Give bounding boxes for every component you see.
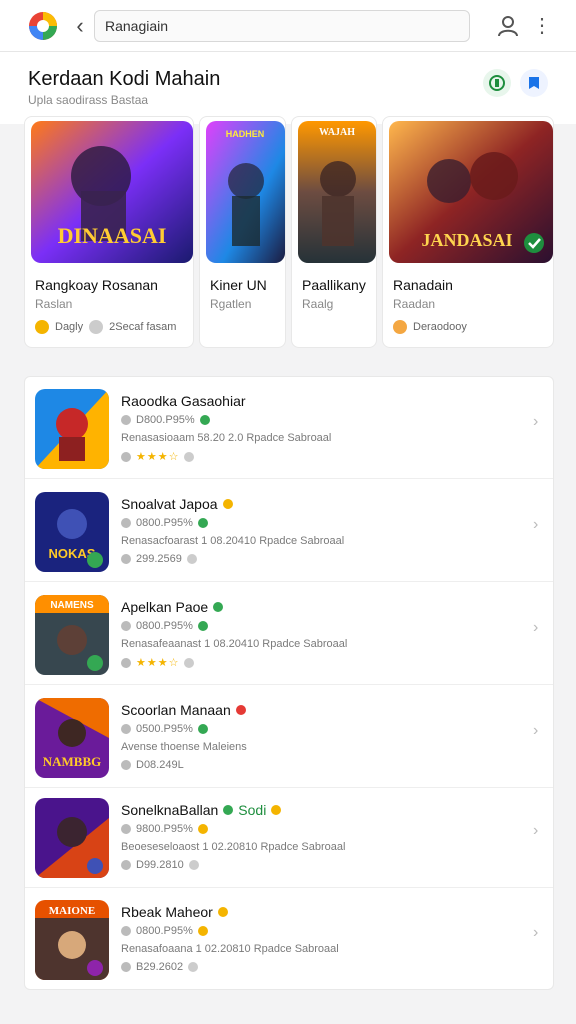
list-item[interactable]: Raoodka Gasaohiar D800.P95% Renasasioaam… bbox=[25, 377, 553, 479]
app-description: Avense thoense Maleiens bbox=[121, 741, 247, 753]
app-rating: D800.P95% bbox=[121, 414, 210, 426]
more-vert-icon[interactable]: ⋮ bbox=[532, 13, 552, 39]
app-stars: ★★★☆ bbox=[121, 450, 195, 463]
featured-subtitle: Raadan bbox=[393, 297, 436, 311]
featured-subtitle: Raslan bbox=[35, 297, 73, 311]
featured-card[interactable]: WAJAH Paallikany Raalg bbox=[291, 116, 377, 348]
meta-text: Deraodooy bbox=[413, 321, 467, 333]
chevron-right-icon[interactable]: › bbox=[533, 722, 538, 740]
app-rating: 0800.P95% bbox=[121, 925, 208, 937]
app-icon: MAIONE bbox=[35, 900, 109, 980]
featured-title: Rangkoay Rosanan bbox=[35, 277, 158, 293]
artwork-title: MAIONE bbox=[49, 905, 95, 917]
chevron-right-icon[interactable]: › bbox=[533, 619, 538, 637]
list-item[interactable]: NOKAS Snoalvat Japoa 0800.P95% Renasacfo… bbox=[25, 480, 553, 582]
list-item[interactable]: SonelknaBallan Sodi 9800.P95% Beoeseseloa… bbox=[25, 786, 553, 888]
section-header: Kerdaan Kodi Mahain Upla saodirass Basta… bbox=[0, 52, 576, 124]
user-icon[interactable] bbox=[496, 13, 520, 39]
app-icon: NAMENS bbox=[35, 595, 109, 675]
meta-text: Dagly bbox=[55, 321, 84, 333]
artwork-title: NAMBBG bbox=[43, 754, 102, 769]
artwork-title: NAMENS bbox=[50, 600, 94, 611]
app-icon: NOKAS bbox=[35, 492, 109, 572]
game-artwork: HADHEN bbox=[206, 121, 285, 263]
coin-icon bbox=[35, 320, 49, 334]
app-rating: 9800.P95% bbox=[121, 823, 208, 835]
app-rating: 0800.P95% bbox=[121, 620, 208, 632]
app-tag: Sodi bbox=[238, 802, 267, 818]
artwork-title: HADHEN bbox=[226, 129, 265, 139]
featured-card[interactable]: HADHEN Kiner UN Rgatlen bbox=[199, 116, 286, 348]
app-logo-icon[interactable] bbox=[27, 10, 59, 42]
app-description: Beoeseseloaost 1 02.20810 Rpadce Sabroaa… bbox=[121, 841, 346, 853]
top-bar: ‹ Ranagiain ⋮ bbox=[0, 0, 576, 52]
app-icon bbox=[35, 389, 109, 469]
artwork-title: DINAASAI bbox=[58, 223, 167, 248]
app-description: Renasafeaanast 1 08.20410 Rpadce Sabroaa… bbox=[121, 638, 348, 650]
featured-title: Paallikany bbox=[302, 277, 366, 293]
app-title: SonelknaBallan Sodi bbox=[121, 802, 282, 818]
app-description: Renasafoaana 1 02.20810 Rpadce Sabroaal bbox=[121, 943, 339, 955]
game-artwork: DINAASAI bbox=[31, 121, 193, 263]
app-icon bbox=[35, 798, 109, 878]
app-downloads: B29.2602 bbox=[121, 961, 199, 973]
featured-card[interactable]: DINAASAI Rangkoay Rosanan Raslan Dagly 2… bbox=[24, 116, 194, 348]
list-item[interactable]: NAMENS Apelkan Paoe 0800.P95% Renasafeaa… bbox=[25, 583, 553, 685]
featured-subtitle: Rgatlen bbox=[210, 297, 252, 311]
page-title: Kerdaan Kodi Mahain bbox=[28, 68, 221, 90]
app-list: Raoodka Gasaohiar D800.P95% Renasasioaam… bbox=[24, 376, 554, 990]
app-title: Raoodka Gasaohiar bbox=[121, 393, 246, 409]
artwork-title: JANDASAI bbox=[421, 230, 512, 250]
coin-icon bbox=[393, 320, 407, 334]
list-item[interactable]: MAIONE Rbeak Maheor 0800.P95% Renasafoaa… bbox=[25, 888, 553, 990]
chat-icon[interactable] bbox=[483, 69, 511, 97]
game-artwork: JANDASAI bbox=[389, 121, 553, 263]
app-rating: 0800.P95% bbox=[121, 517, 208, 529]
chevron-right-icon[interactable]: › bbox=[533, 413, 538, 431]
bookmark-icon[interactable] bbox=[520, 69, 548, 97]
featured-card[interactable]: JANDASAI Ranadain Raadan Deraodooy bbox=[382, 116, 554, 348]
app-icon: NAMBBG bbox=[35, 698, 109, 778]
chevron-right-icon[interactable]: › bbox=[533, 924, 538, 942]
app-downloads: D08.249L bbox=[121, 759, 184, 771]
chevron-right-icon[interactable]: › bbox=[533, 822, 538, 840]
game-artwork: WAJAH bbox=[298, 121, 376, 263]
featured-meta: Deraodooy bbox=[393, 320, 467, 334]
back-arrow-icon[interactable]: ‹ bbox=[70, 12, 90, 40]
app-title: Scoorlan Manaan bbox=[121, 702, 246, 718]
app-downloads: D99.2810 bbox=[121, 859, 199, 871]
app-title: Snoalvat Japoa bbox=[121, 496, 233, 512]
featured-title: Kiner UN bbox=[210, 277, 267, 293]
meta-text: 2Secaf fasam bbox=[109, 321, 177, 333]
chevron-right-icon[interactable]: › bbox=[533, 516, 538, 534]
app-downloads: 299.2569 bbox=[121, 553, 197, 565]
artwork-title: WAJAH bbox=[319, 127, 355, 138]
app-description: Renasacfoarast 1 08.20410 Rpadce Sabroaa… bbox=[121, 535, 345, 547]
app-title: Rbeak Maheor bbox=[121, 904, 228, 920]
page-subtitle: Upla saodirass Bastaa bbox=[28, 93, 149, 107]
app-stars: ★★★☆ bbox=[121, 656, 195, 669]
featured-subtitle: Raalg bbox=[302, 297, 334, 311]
featured-meta: Dagly 2Secaf fasam bbox=[35, 320, 176, 334]
featured-carousel: DINAASAI Rangkoay Rosanan Raslan Dagly 2… bbox=[0, 116, 576, 356]
app-description: Renasasioaam 58.20 2.0 Rpadce Sabroaal bbox=[121, 432, 332, 444]
list-item[interactable]: NAMBBG Scoorlan Manaan 0500.P95% Avense … bbox=[25, 686, 553, 788]
app-rating: 0500.P95% bbox=[121, 723, 208, 735]
search-input[interactable]: Ranagiain bbox=[94, 10, 470, 42]
clock-icon bbox=[89, 320, 104, 334]
featured-title: Ranadain bbox=[393, 277, 453, 293]
app-title: Apelkan Paoe bbox=[121, 599, 224, 615]
